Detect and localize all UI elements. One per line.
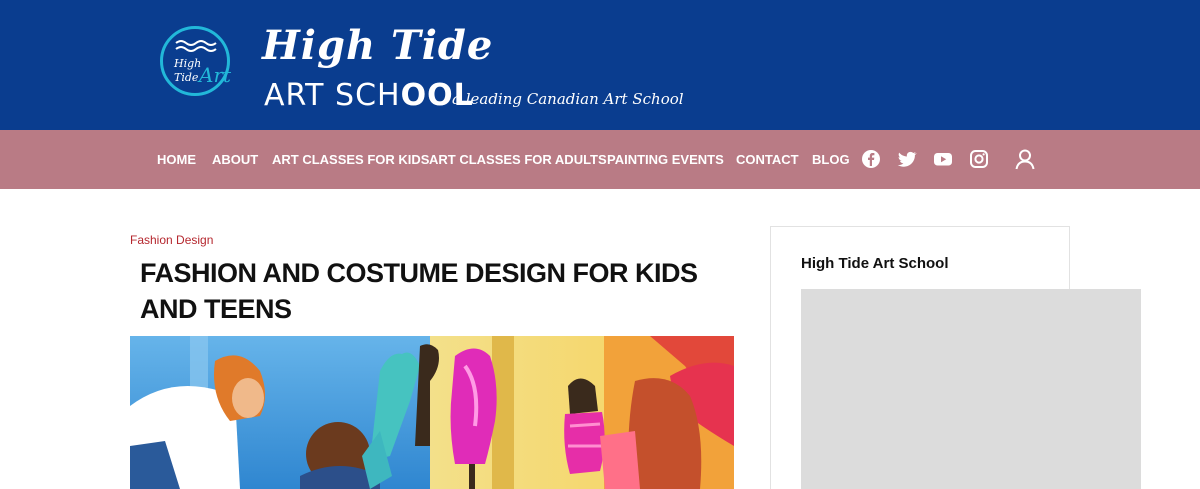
logo-mark-art: Art	[199, 63, 232, 87]
featured-image-illustration	[130, 336, 734, 489]
facebook-icon[interactable]	[861, 149, 881, 169]
logo-tagline: a leading Canadian Art School	[452, 90, 684, 108]
nav-painting-events[interactable]: PAINTING EVENTS	[607, 152, 724, 167]
post-title: FASHION AND COSTUME DESIGN FOR KIDS AND …	[140, 258, 698, 324]
user-icon[interactable]	[1014, 148, 1036, 170]
sidebar-map-placeholder[interactable]	[801, 289, 1141, 489]
post-featured-image[interactable]	[130, 336, 734, 489]
twitter-icon[interactable]	[897, 149, 917, 169]
logo-mark-tide: Tide	[174, 71, 199, 84]
waves-icon	[175, 40, 217, 52]
nav-home[interactable]: HOME	[157, 152, 196, 167]
nav-contact[interactable]: CONTACT	[736, 152, 799, 167]
logo-script-text[interactable]: High Tide	[262, 22, 493, 69]
sidebar-widget-title: High Tide Art School	[801, 255, 949, 272]
logo-school-text[interactable]: ART SCHOOL	[264, 78, 474, 113]
nav-art-classes-adults[interactable]: ART CLASSES FOR ADULTS	[429, 152, 607, 167]
site-header: High Tide Art High Tide ART SCHOOL a lea…	[0, 0, 1200, 130]
logo-mark[interactable]: High Tide Art	[160, 26, 232, 96]
logo-school-prefix: ART SCH	[264, 78, 401, 113]
post-category-link[interactable]: Fashion Design	[130, 233, 213, 247]
nav-about[interactable]: ABOUT	[212, 152, 258, 167]
nav-blog[interactable]: BLOG	[812, 152, 850, 167]
main-nav: HOME ABOUT ART CLASSES FOR KIDS ART CLAS…	[0, 130, 1200, 189]
instagram-icon[interactable]	[969, 149, 989, 169]
logo-mark-high: High	[174, 57, 202, 70]
nav-art-classes-kids[interactable]: ART CLASSES FOR KIDS	[272, 152, 429, 167]
youtube-icon[interactable]	[933, 149, 953, 169]
